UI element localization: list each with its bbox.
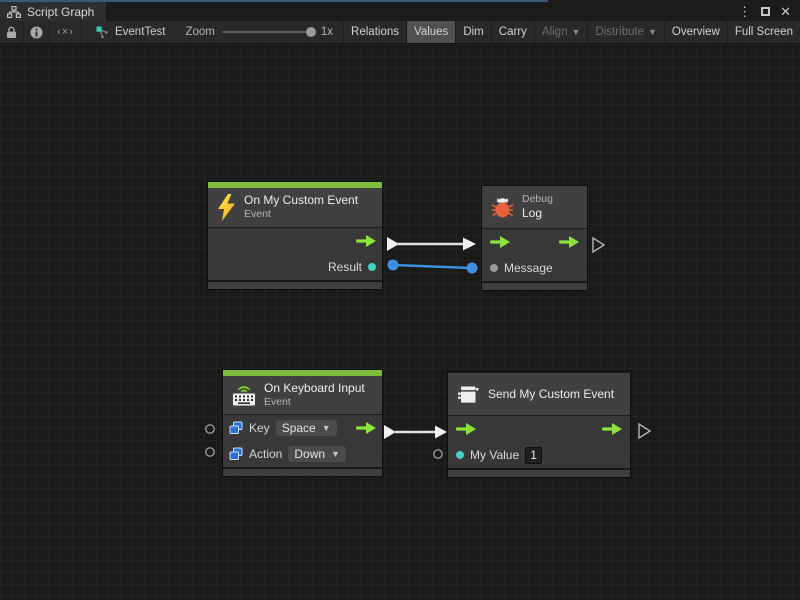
- control-output-port[interactable]: [356, 235, 376, 247]
- bug-icon: [491, 196, 514, 219]
- zoom-slider-knob[interactable]: [306, 27, 316, 37]
- control-output-port[interactable]: [356, 422, 376, 434]
- code-icon: ‹×›: [57, 26, 74, 38]
- inspect-button[interactable]: [24, 21, 50, 43]
- node-subtitle: Event: [264, 396, 365, 409]
- keyboard-icon: [232, 384, 256, 406]
- value-connection-result-to-message[interactable]: [388, 260, 478, 274]
- node-title: Log: [522, 206, 553, 221]
- unconnected-value-input-circle[interactable]: [206, 448, 214, 456]
- node-footer: [448, 468, 630, 477]
- tab-script-graph[interactable]: Script Graph: [0, 2, 106, 21]
- dim-toggle[interactable]: Dim: [455, 21, 490, 43]
- graph-asset-icon: [96, 26, 109, 39]
- unconnected-control-output-triangle[interactable]: [639, 424, 650, 438]
- keycode-icon: [229, 447, 243, 461]
- chevron-down-icon: ▼: [322, 424, 331, 433]
- graph-toolbar: ‹×› EventTest Zoom 1x Relations Values D…: [0, 21, 800, 44]
- keycode-icon: [229, 421, 243, 435]
- overview-label: Overview: [672, 26, 720, 38]
- unconnected-value-input-circle[interactable]: [206, 425, 214, 433]
- control-output-port[interactable]: [602, 423, 622, 435]
- chevron-down-icon: ▼: [648, 27, 657, 37]
- key-dropdown[interactable]: Space ▼: [276, 420, 337, 436]
- relations-toggle[interactable]: Relations: [343, 21, 406, 43]
- node-title: On Keyboard Input: [264, 381, 365, 396]
- carry-toggle[interactable]: Carry: [491, 21, 534, 43]
- chevron-down-icon: ▼: [331, 450, 340, 459]
- zoom-control: Zoom 1x: [175, 21, 343, 43]
- zoom-value: 1x: [321, 26, 333, 38]
- zoom-label: Zoom: [185, 26, 214, 38]
- distribute-dropdown[interactable]: Distribute ▼: [587, 21, 664, 43]
- lock-icon: [6, 26, 17, 39]
- align-label: Align: [542, 26, 568, 38]
- node-title: Send My Custom Event: [488, 387, 614, 402]
- connections-overlay: [0, 44, 800, 600]
- node-debug-log[interactable]: Debug Log Message: [482, 186, 587, 290]
- control-connection-keyboard-to-send[interactable]: [384, 425, 447, 439]
- dim-label: Dim: [463, 26, 483, 38]
- values-label: Values: [414, 26, 448, 38]
- my-value-input[interactable]: 1: [525, 447, 542, 464]
- key-port-label: Key: [249, 421, 270, 435]
- result-value-port[interactable]: [368, 263, 376, 271]
- zoom-slider[interactable]: [222, 31, 314, 33]
- distribute-label: Distribute: [595, 26, 644, 38]
- action-port-label: Action: [249, 447, 282, 461]
- node-footer: [223, 467, 382, 476]
- result-port-label: Result: [328, 260, 362, 274]
- message-port-label: Message: [504, 261, 553, 275]
- unconnected-control-output-triangle[interactable]: [593, 238, 604, 252]
- node-on-my-custom-event[interactable]: On My Custom Event Event Result: [208, 182, 382, 289]
- fullscreen-button[interactable]: Full Screen: [727, 21, 800, 43]
- preview-code-button[interactable]: ‹×›: [50, 21, 82, 43]
- key-dropdown-value: Space: [282, 422, 316, 434]
- align-dropdown[interactable]: Align ▼: [534, 21, 588, 43]
- control-input-port[interactable]: [490, 236, 510, 248]
- graph-tab-icon: [7, 6, 21, 18]
- node-title: On My Custom Event: [244, 193, 358, 208]
- action-dropdown[interactable]: Down ▼: [288, 446, 346, 462]
- relations-label: Relations: [351, 26, 399, 38]
- fullscreen-label: Full Screen: [735, 26, 793, 38]
- graph-name-label: EventTest: [115, 26, 166, 38]
- node-subtitle: Event: [244, 208, 358, 221]
- message-value-port[interactable]: [490, 264, 498, 272]
- window-menu-button[interactable]: ⋮: [735, 5, 754, 18]
- chevron-down-icon: ▼: [571, 27, 580, 37]
- graph-canvas[interactable]: On My Custom Event Event Result: [0, 44, 800, 600]
- overview-button[interactable]: Overview: [664, 21, 727, 43]
- window-titlebar: Script Graph ⋮ ✕: [0, 0, 800, 21]
- control-input-port[interactable]: [456, 423, 476, 435]
- window-close-button[interactable]: ✕: [777, 5, 794, 18]
- window-maximize-button[interactable]: [761, 7, 770, 16]
- lock-button[interactable]: [0, 21, 24, 43]
- values-toggle[interactable]: Values: [406, 21, 455, 43]
- node-send-my-custom-event[interactable]: Send My Custom Event My Value: [448, 372, 630, 477]
- my-value-port[interactable]: [456, 451, 464, 459]
- action-dropdown-value: Down: [294, 448, 325, 460]
- control-connection-custom-event-to-log[interactable]: [387, 237, 476, 251]
- unit-machine-icon: [457, 384, 480, 405]
- node-category: Debug: [522, 193, 553, 206]
- unconnected-value-input-circle[interactable]: [434, 450, 442, 458]
- lightning-bolt-icon: [217, 194, 236, 221]
- graph-breadcrumb[interactable]: EventTest: [82, 21, 176, 43]
- info-icon: [30, 26, 43, 39]
- node-on-keyboard-input[interactable]: On Keyboard Input Event Key Space ▼: [223, 370, 382, 476]
- node-footer: [482, 281, 587, 290]
- tab-title: Script Graph: [27, 5, 94, 19]
- control-output-port[interactable]: [559, 236, 579, 248]
- node-footer: [208, 280, 382, 289]
- carry-label: Carry: [499, 26, 527, 38]
- my-value-port-label: My Value: [470, 448, 519, 462]
